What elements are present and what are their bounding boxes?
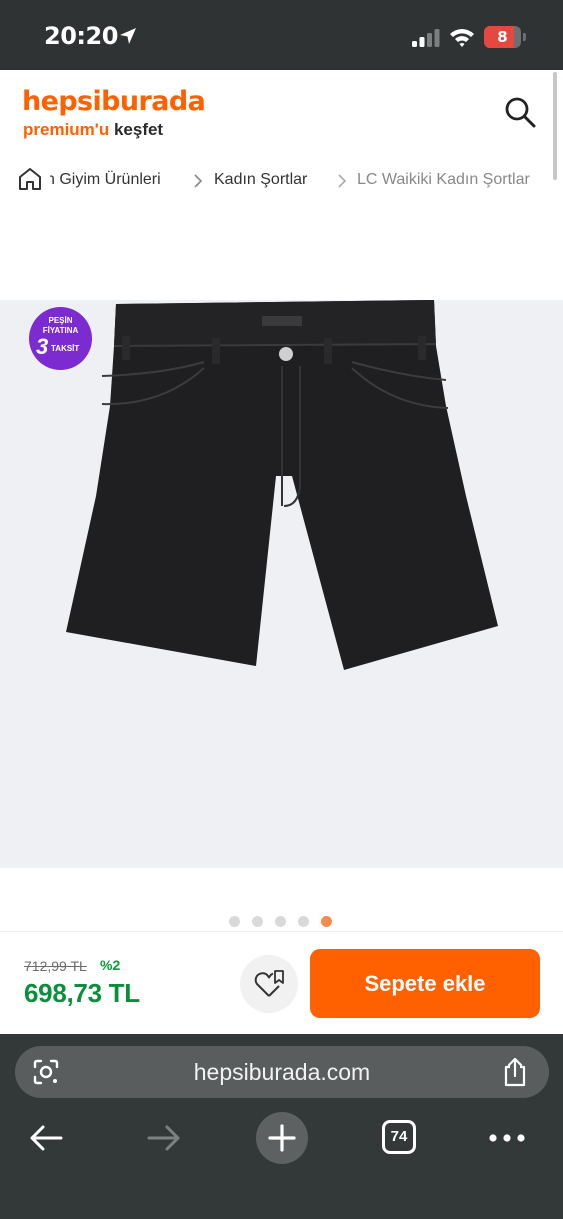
browser-toolbar: hepsiburada.com 74 xyxy=(0,1034,563,1219)
chevron-right-icon xyxy=(194,174,203,188)
site-header: hepsiburada premium'u keşfet xyxy=(0,70,563,160)
gallery-dot[interactable] xyxy=(252,916,263,927)
status-time: 20:20 xyxy=(44,22,118,50)
premium-link-highlight: premium'u xyxy=(23,120,110,139)
gallery-dot[interactable] xyxy=(275,916,286,927)
hepsiburada-logo[interactable]: hepsiburada xyxy=(22,86,206,117)
forward-arrow-icon[interactable] xyxy=(146,1123,182,1153)
breadcrumb-item-kadin-sortlar[interactable]: Kadın Şortlar xyxy=(214,171,307,189)
battery-tip xyxy=(523,33,526,41)
new-tab-button[interactable] xyxy=(256,1112,308,1164)
back-arrow-icon[interactable] xyxy=(28,1123,64,1153)
gallery-dot[interactable] xyxy=(229,916,240,927)
old-price: 712,99 TL xyxy=(24,958,87,974)
status-bar: 20:20 8 xyxy=(0,0,563,70)
breadcrumb-item-giyim[interactable]: n Giyim Ürünleri xyxy=(46,171,161,189)
badge-line-3: TAKSİT xyxy=(51,344,80,353)
chevron-right-icon xyxy=(338,174,347,188)
page: 20:20 8 hepsiburada premium'u keşfet n G… xyxy=(0,0,563,1219)
tab-switcher-button[interactable]: 74 xyxy=(382,1120,416,1154)
premium-link[interactable]: premium'u keşfet xyxy=(23,120,163,140)
address-bar[interactable]: hepsiburada.com xyxy=(15,1046,549,1098)
add-to-list-button[interactable] xyxy=(240,955,298,1013)
price-bar: 712,99 TL %2 698,73 TL Sepete ekle xyxy=(0,931,563,1034)
premium-link-text: keşfet xyxy=(109,120,164,139)
signal-icon xyxy=(412,29,440,47)
heart-bookmark-icon xyxy=(254,970,284,997)
wifi-icon xyxy=(450,29,474,47)
breadcrumb-item-lc-waikiki[interactable]: LC Waikiki Kadın Şortlar xyxy=(357,171,530,189)
breadcrumb: n Giyim Ürünleri Kadın Şortlar LC Waikik… xyxy=(0,160,563,204)
installment-badge: PEŞİN FİYATINA 3 TAKSİT xyxy=(29,307,92,370)
url-text[interactable]: hepsiburada.com xyxy=(15,1046,549,1098)
gallery-dot-active[interactable] xyxy=(321,916,332,927)
plus-icon xyxy=(268,1124,296,1152)
gallery-dot[interactable] xyxy=(298,916,309,927)
battery-level: 8 xyxy=(497,28,508,46)
battery-body: 8 xyxy=(484,26,521,48)
search-icon[interactable] xyxy=(502,94,538,130)
badge-line-1: PEŞİN xyxy=(48,316,73,325)
current-price: 698,73 TL xyxy=(24,978,140,1008)
badge-number: 3 xyxy=(36,334,49,359)
home-icon[interactable] xyxy=(17,166,43,192)
add-to-cart-button[interactable]: Sepete ekle xyxy=(310,949,540,1018)
battery-indicator: 8 xyxy=(484,26,526,48)
product-image-black-denim-shorts[interactable] xyxy=(62,296,504,676)
discount-rate: %2 xyxy=(100,957,121,973)
location-arrow-icon xyxy=(120,28,136,44)
more-options-icon[interactable] xyxy=(488,1128,526,1148)
share-icon[interactable] xyxy=(501,1056,529,1088)
